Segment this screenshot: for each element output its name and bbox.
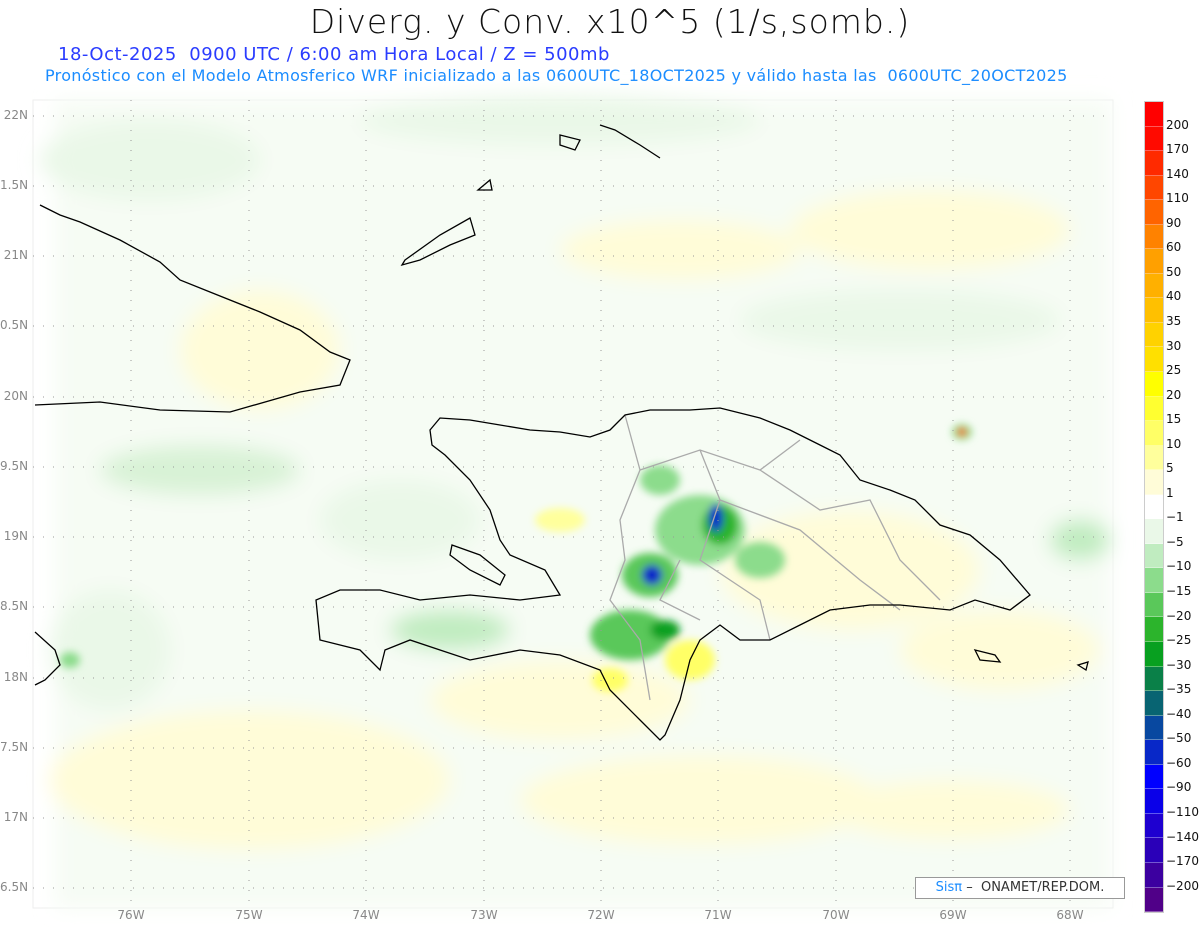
colorbar-label: 10	[1166, 436, 1182, 451]
colorbar-swatch	[1145, 789, 1163, 814]
lat-label: 0.5N	[0, 318, 29, 332]
lon-label: 72W	[587, 908, 615, 922]
colorbar-swatch	[1145, 470, 1163, 495]
sispi-logo: Sisπ	[935, 880, 963, 895]
colorbar-swatch	[1145, 519, 1163, 544]
colorbar-swatch	[1145, 445, 1163, 471]
colorbar-label: −15	[1166, 584, 1192, 598]
colorbar-label: 1	[1166, 485, 1174, 500]
colorbar-label: −140	[1166, 829, 1199, 844]
colorbar-swatch	[1145, 249, 1163, 274]
lat-label: 18N	[3, 670, 28, 684]
colorbar-swatch	[1145, 838, 1163, 863]
colorbar-label: −30	[1166, 657, 1192, 672]
lat-label: 17N	[3, 810, 28, 824]
colorbar-label: −20	[1166, 608, 1192, 623]
colorbar-swatch	[1145, 396, 1163, 422]
colorbar	[1144, 101, 1164, 914]
divergence-map	[32, 95, 1114, 909]
colorbar-swatch	[1145, 322, 1163, 348]
lon-label: 69W	[939, 908, 967, 922]
lat-label: 22N	[3, 108, 28, 122]
colorbar-label: −170	[1166, 854, 1199, 869]
colorbar-swatch	[1145, 347, 1163, 373]
colorbar-label: −35	[1166, 682, 1192, 697]
colorbar-swatch	[1145, 421, 1163, 446]
colorbar-label: −60	[1166, 755, 1192, 770]
colorbar-swatch	[1145, 592, 1163, 618]
lon-label: 75W	[235, 908, 263, 922]
lat-label: 19N	[3, 529, 28, 543]
colorbar-label: −110	[1166, 804, 1199, 819]
colorbar-label: 50	[1166, 264, 1182, 279]
colorbar-swatch	[1145, 151, 1163, 176]
colorbar-swatch	[1145, 200, 1163, 225]
colorbar-swatch	[1145, 273, 1163, 299]
colorbar-swatch	[1145, 372, 1163, 397]
colorbar-label: −1	[1166, 510, 1184, 525]
colorbar-label: 35	[1166, 313, 1182, 328]
field-shading	[40, 95, 1111, 908]
colorbar-label: −40	[1166, 706, 1192, 721]
lat-label: 6.5N	[0, 880, 29, 894]
colorbar-label: 110	[1166, 191, 1189, 206]
colorbar-label: −200	[1166, 878, 1199, 893]
lon-label: 74W	[352, 908, 380, 922]
colorbar-swatch	[1145, 642, 1163, 667]
lon-label: 73W	[470, 908, 498, 922]
colorbar-label: 15	[1166, 412, 1182, 427]
lat-label: 21N	[3, 248, 28, 262]
credit-text: – ONAMET/REP.DOM.	[962, 880, 1105, 895]
colorbar-swatch	[1145, 175, 1163, 201]
colorbar-swatch	[1145, 568, 1163, 593]
colorbar-swatch	[1145, 740, 1163, 765]
lon-label: 70W	[822, 908, 850, 922]
lon-label: 68W	[1056, 908, 1084, 922]
colorbar-label: −5	[1166, 534, 1184, 549]
colorbar-swatch	[1145, 126, 1163, 152]
colorbar-swatch	[1145, 887, 1163, 913]
lat-label: 7.5N	[0, 740, 29, 754]
colorbar-label: 60	[1166, 240, 1182, 255]
colorbar-swatch	[1145, 691, 1163, 716]
colorbar-swatch	[1145, 102, 1163, 127]
colorbar-swatch	[1145, 298, 1163, 323]
colorbar-swatch	[1145, 224, 1163, 250]
colorbar-label: 5	[1166, 461, 1174, 476]
colorbar-swatch	[1145, 494, 1163, 520]
lat-label: 9.5N	[0, 459, 29, 473]
colorbar-label: −10	[1166, 559, 1192, 574]
colorbar-label: 90	[1166, 215, 1182, 230]
colorbar-swatch	[1145, 666, 1163, 692]
colorbar-label: −50	[1166, 731, 1192, 746]
colorbar-label: 170	[1166, 142, 1189, 157]
colorbar-swatch	[1145, 813, 1163, 839]
colorbar-label: −25	[1166, 633, 1192, 648]
credit-box: Sisπ – ONAMET/REP.DOM.	[915, 877, 1125, 899]
lat-label: 8.5N	[0, 599, 29, 613]
colorbar-swatch	[1145, 862, 1163, 888]
lon-label: 76W	[117, 908, 145, 922]
colorbar-label: −90	[1166, 780, 1192, 795]
lat-label: 20N	[3, 389, 28, 403]
lon-label: 71W	[704, 908, 732, 922]
colorbar-label: 200	[1166, 117, 1189, 132]
lat-label: 1.5N	[0, 178, 29, 192]
colorbar-label: 20	[1166, 387, 1182, 402]
colorbar-swatch	[1145, 764, 1163, 790]
colorbar-label: 40	[1166, 289, 1182, 304]
colorbar-label: 25	[1166, 363, 1182, 378]
colorbar-label: 140	[1166, 166, 1189, 181]
colorbar-swatch	[1145, 715, 1163, 741]
colorbar-swatch	[1145, 543, 1163, 569]
colorbar-swatch	[1145, 617, 1163, 643]
colorbar-label: 30	[1166, 338, 1182, 353]
